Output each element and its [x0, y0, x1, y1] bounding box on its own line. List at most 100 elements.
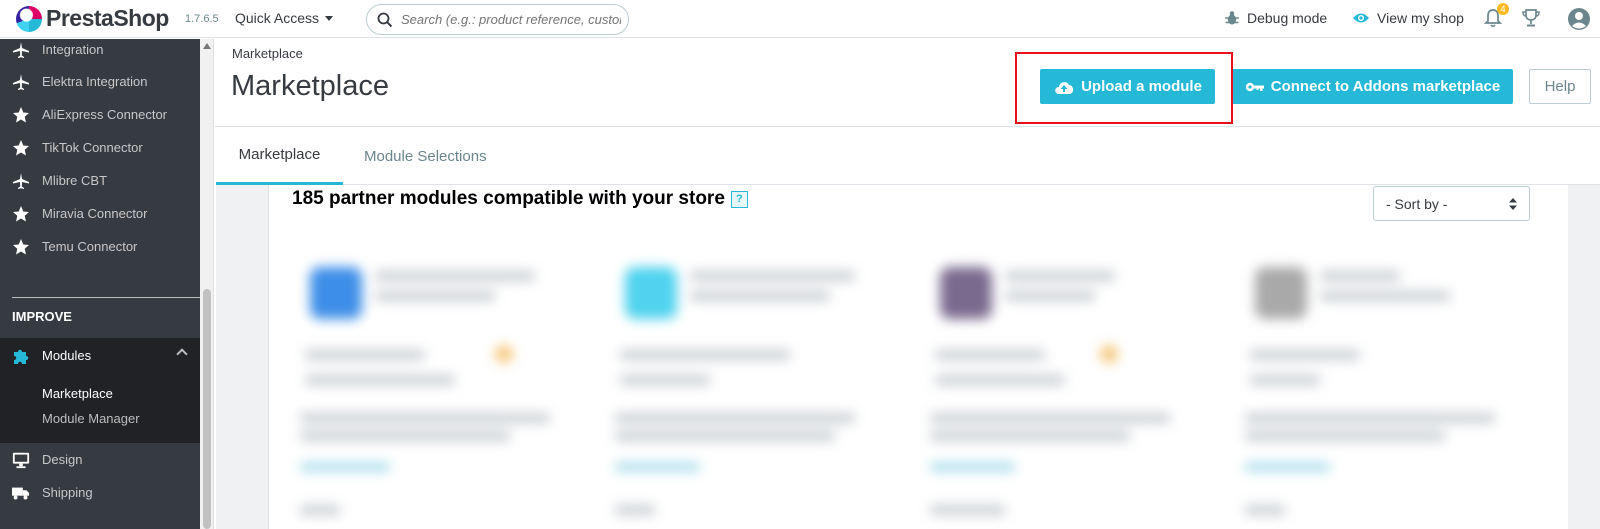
blurred-text	[305, 350, 425, 360]
blurred-text	[935, 375, 1065, 385]
blurred-text	[1320, 271, 1400, 281]
search-bar[interactable]	[366, 4, 629, 35]
module-card[interactable]	[300, 255, 580, 529]
submenu-item-marketplace[interactable]: Marketplace	[42, 386, 113, 401]
sidebar-item-design[interactable]: Design	[0, 443, 200, 476]
sidebar-item-elektra-integration[interactable]: Elektra Integration	[0, 65, 200, 98]
module-card[interactable]	[1245, 255, 1525, 529]
sidebar-item-integration[interactable]: Integration	[0, 39, 200, 66]
module-logo-image	[625, 267, 677, 319]
module-logo-image	[310, 267, 362, 319]
blurred-text	[615, 505, 655, 515]
quick-access-dropdown[interactable]: Quick Access	[235, 10, 334, 26]
sidebar-item-mlibre-cbt[interactable]: Mlibre CBT	[0, 164, 200, 197]
scroll-up-arrow-icon[interactable]	[203, 43, 211, 49]
sidebar-item-modules[interactable]: Modules	[0, 338, 200, 373]
blurred-text	[930, 505, 1005, 515]
blurred-text	[1245, 413, 1495, 423]
debug-mode-link[interactable]: Debug mode	[1224, 10, 1327, 26]
sidebar-item-label: Shipping	[42, 485, 93, 500]
blurred-text	[620, 350, 790, 360]
sidebar-item-label: TikTok Connector	[42, 140, 143, 155]
sidebar-item-label: Miravia Connector	[42, 206, 148, 221]
sidebar-item-label: Elektra Integration	[42, 74, 148, 89]
puzzle-icon	[12, 347, 30, 365]
blurred-text	[690, 291, 830, 301]
rating-star-icon	[1100, 345, 1118, 363]
puffin-logo-icon	[16, 5, 42, 32]
blurred-text	[375, 271, 535, 281]
connect-addons-button[interactable]: Connect to Addons marketplace	[1232, 69, 1513, 104]
blurred-text	[300, 413, 550, 423]
blurred-text	[1005, 271, 1115, 281]
quick-access-label: Quick Access	[235, 10, 320, 26]
plane-icon	[12, 172, 30, 190]
star-icon	[12, 139, 30, 157]
modules-count-heading: 185 partner modules compatible with your…	[292, 188, 748, 210]
blurred-link	[615, 463, 700, 471]
view-my-shop-link[interactable]: View my shop	[1352, 10, 1464, 26]
blurred-text	[300, 431, 510, 441]
help-button[interactable]: Help	[1529, 69, 1591, 104]
help-question-icon[interactable]: ?	[730, 190, 748, 208]
sort-arrows-icon	[1509, 198, 1517, 210]
sort-select[interactable]: - Sort by -	[1373, 186, 1530, 221]
brand-name: PrestaShop	[46, 5, 169, 31]
blurred-text	[1320, 291, 1450, 301]
sidebar-item-miravia-connector[interactable]: Miravia Connector	[0, 197, 200, 230]
notifications-badge: 4	[1497, 3, 1509, 15]
sidebar-item-label: Temu Connector	[42, 239, 138, 254]
module-card[interactable]	[615, 255, 895, 529]
sidebar-item-label: Mlibre CBT	[42, 173, 108, 188]
sidebar-divider	[12, 297, 200, 298]
sidebar-item-label: Integration	[42, 42, 104, 57]
star-icon	[12, 238, 30, 256]
trophy-button[interactable]	[1521, 8, 1541, 33]
sidebar-item-temu-connector[interactable]: Temu Connector	[0, 230, 200, 263]
blurred-text	[1005, 291, 1095, 301]
module-card[interactable]	[930, 255, 1210, 529]
blurred-text	[375, 291, 495, 301]
account-circle-icon	[1568, 8, 1590, 30]
blurred-link	[1245, 463, 1330, 471]
sort-select-value: - Sort by -	[1386, 195, 1448, 212]
blurred-text	[1245, 431, 1445, 441]
sidebar-item-aliexpress-connector[interactable]: AliExpress Connector	[0, 98, 200, 131]
blurred-link	[930, 463, 1015, 471]
sidebar-scrollbar[interactable]	[200, 39, 214, 529]
blurred-text	[615, 413, 855, 423]
search-input[interactable]	[401, 12, 621, 27]
submenu-item-module-manager[interactable]: Module Manager	[42, 411, 140, 426]
blurred-text	[1250, 350, 1360, 360]
sidebar-item-tiktok-connector[interactable]: TikTok Connector	[0, 131, 200, 164]
chevron-down-icon	[325, 15, 334, 21]
sidebar-item-shipping[interactable]: Shipping	[0, 476, 200, 509]
tab-marketplace[interactable]: Marketplace	[216, 127, 343, 185]
sidebar-item-label: Design	[42, 452, 83, 467]
key-icon	[1245, 82, 1264, 91]
breadcrumb[interactable]: Marketplace	[232, 46, 303, 61]
truck-icon	[12, 484, 30, 502]
blurred-text	[935, 350, 1045, 360]
blurred-text	[300, 505, 340, 515]
page-title: Marketplace	[231, 70, 389, 102]
module-logo-image	[940, 267, 992, 319]
prestashop-logo[interactable]: PrestaShop	[16, 5, 169, 32]
user-menu-button[interactable]	[1567, 7, 1591, 36]
blurred-text	[615, 431, 835, 441]
blurred-text	[690, 271, 855, 281]
top-header: PrestaShop 1.7.6.5 Quick Access Debug mo…	[0, 0, 1600, 38]
view-my-shop-label: View my shop	[1377, 10, 1464, 26]
debug-mode-label: Debug mode	[1247, 10, 1328, 26]
blurred-text	[930, 413, 1170, 423]
trophy-icon	[1522, 9, 1540, 27]
rating-star-icon	[495, 345, 513, 363]
tab-module-selections[interactable]: Module Selections	[364, 127, 487, 185]
sidebar-section-title: IMPROVE	[12, 309, 72, 324]
sidebar-item-label: Modules	[42, 348, 92, 363]
sidebar: Integration Elektra Integration AliExpre…	[0, 39, 200, 529]
star-icon	[12, 106, 30, 124]
plane-icon	[12, 41, 30, 59]
blurred-text	[930, 431, 1130, 441]
scrollbar-thumb[interactable]	[203, 289, 211, 529]
